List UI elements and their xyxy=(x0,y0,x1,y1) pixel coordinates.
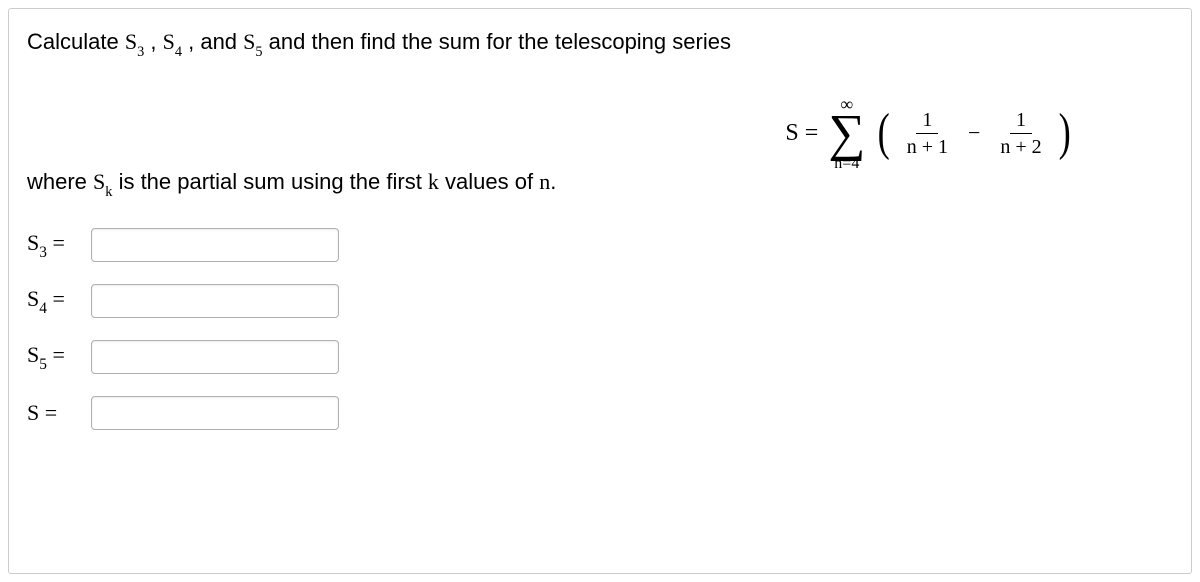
var-s4: S4 xyxy=(163,29,182,54)
series-formula: S = ∞ ∑ n=4 ( 1 n + 1 − 1 n + 2 ) xyxy=(785,95,1073,172)
explain-pre: where xyxy=(27,169,93,194)
explain-mid: is the partial sum using the first xyxy=(112,169,427,194)
var-k: k xyxy=(428,169,439,194)
frac2-denominator: n + 2 xyxy=(1000,134,1041,158)
comma: , xyxy=(144,29,162,54)
sigma-block: ∞ ∑ n=4 xyxy=(828,95,865,172)
row-s4: S4 = xyxy=(27,284,1173,318)
frac1-numerator: 1 xyxy=(916,109,938,134)
instruction-text: Calculate S3 , S4 , and S5 and then find… xyxy=(27,29,1173,59)
close-paren-icon: ) xyxy=(1058,110,1070,157)
var-s3: S3 xyxy=(125,29,144,54)
sigma-lower-limit: n=4 xyxy=(834,156,859,172)
explain-text: where Sk is the partial sum using the fi… xyxy=(27,169,1173,199)
label-s: S = xyxy=(27,400,79,426)
fraction-2: 1 n + 2 xyxy=(996,109,1045,158)
label-s4: S4 = xyxy=(27,286,79,316)
row-s3: S3 = xyxy=(27,228,1173,262)
var-n: n xyxy=(539,169,550,194)
var-sk: Sk xyxy=(93,169,112,194)
fraction-1: 1 n + 1 xyxy=(903,109,952,158)
row-s5: S5 = xyxy=(27,340,1173,374)
open-paren-icon: ( xyxy=(878,110,890,157)
input-s[interactable] xyxy=(91,396,339,430)
frac2-numerator: 1 xyxy=(1010,109,1032,134)
label-s5: S5 = xyxy=(27,342,79,372)
explain-mid2: values of xyxy=(439,169,539,194)
sigma-icon: ∑ xyxy=(828,111,865,158)
input-s3[interactable] xyxy=(91,228,339,262)
instruction-post: and then find the sum for the telescopin… xyxy=(263,29,731,54)
minus-sign: − xyxy=(962,120,986,146)
label-s3: S3 = xyxy=(27,230,79,260)
frac1-denominator: n + 1 xyxy=(907,134,948,158)
instruction-pre: Calculate xyxy=(27,29,125,54)
input-s4[interactable] xyxy=(91,284,339,318)
comma-and: , and xyxy=(182,29,243,54)
explain-end: . xyxy=(550,169,556,194)
var-s5: S5 xyxy=(243,29,262,54)
row-s: S = xyxy=(27,396,1173,430)
input-s5[interactable] xyxy=(91,340,339,374)
formula-lhs: S = xyxy=(785,120,818,147)
question-panel: Calculate S3 , S4 , and S5 and then find… xyxy=(8,8,1192,574)
